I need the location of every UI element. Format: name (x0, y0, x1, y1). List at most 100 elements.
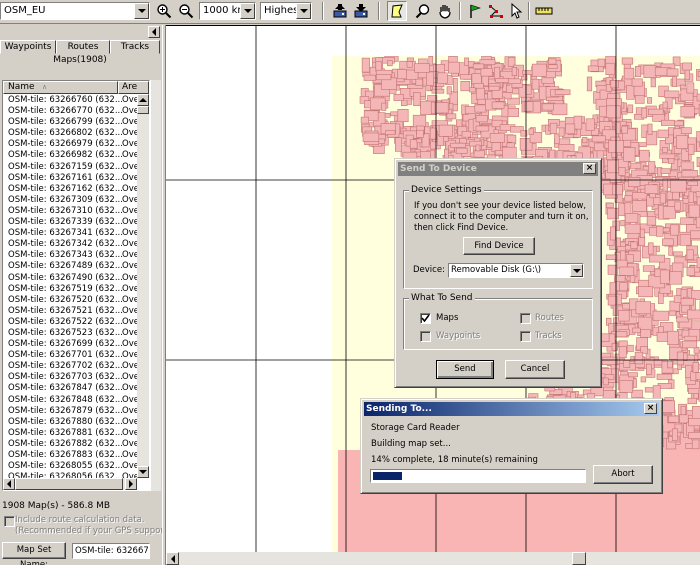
list-item[interactable]: OSM-tile: 63267490 (632...Ove (3, 273, 137, 284)
abort-button[interactable]: Abort (593, 465, 653, 484)
chevron-down-icon[interactable] (134, 3, 149, 19)
map-tile (652, 310, 670, 321)
toolbar-separator (528, 2, 530, 20)
tab-tracks[interactable]: Tracks (110, 40, 160, 54)
list-item[interactable]: OSM-tile: 63267701 (632...Ove (3, 350, 137, 361)
list-item[interactable]: OSM-tile: 63267161 (632...Ove (3, 173, 137, 184)
list-item[interactable]: OSM-tile: 63267699 (632...Ove (3, 339, 137, 350)
column-area[interactable]: Are (118, 81, 149, 94)
map-tile (623, 67, 635, 80)
map-area-cell: Ove (122, 438, 137, 449)
map-tool-button[interactable] (387, 1, 407, 21)
list-item[interactable]: OSM-tile: 63267341 (632...Ove (3, 228, 137, 239)
maps-checkbox[interactable] (420, 313, 431, 324)
list-item[interactable]: OSM-tile: 63267519 (632...Ove (3, 284, 137, 295)
panel-vscrollbar[interactable] (150, 80, 161, 491)
tracks-checkbox[interactable] (520, 331, 531, 342)
scroll-left-button[interactable] (3, 478, 15, 490)
scroll-thumb[interactable] (137, 106, 149, 114)
list-item[interactable]: OSM-tile: 63266799 (632...Ove (3, 117, 137, 128)
list-item[interactable]: OSM-tile: 63267882 (632...Ove (3, 439, 137, 450)
hscroll-thumb[interactable] (15, 478, 123, 490)
waypoints-checkbox[interactable] (420, 331, 431, 342)
tab-tracks-label: Tracks (120, 42, 150, 52)
map-tile (438, 124, 453, 137)
zoom-in-button[interactable] (154, 1, 174, 21)
list-item[interactable]: OSM-tile: 63267343 (632...Ove (3, 250, 137, 261)
zoom-out-button[interactable] (176, 1, 196, 21)
list-item[interactable]: OSM-tile: 63267523 (632...Ove (3, 328, 137, 339)
list-item[interactable]: OSM-tile: 63267339 (632...Ove (3, 217, 137, 228)
tab-waypoints[interactable]: Waypoints (0, 40, 56, 54)
list-item[interactable]: OSM-tile: 63267342 (632...Ove (3, 239, 137, 250)
map-product-select[interactable]: OSM_EU (0, 2, 150, 20)
map-tile (668, 246, 674, 256)
measure-tool-button[interactable] (534, 1, 554, 21)
list-item[interactable]: OSM-tile: 63266802 (632...Ove (3, 128, 137, 139)
list-item[interactable]: OSM-tile: 63267521 (632...Ove (3, 306, 137, 317)
chevron-down-icon[interactable] (240, 3, 255, 19)
scroll-up-button[interactable] (137, 94, 149, 106)
pan-tool-button[interactable] (435, 1, 455, 21)
list-vscrollbar[interactable] (137, 94, 149, 478)
list-item[interactable]: OSM-tile: 63267847 (632...Ove (3, 383, 137, 394)
map-tile (549, 122, 558, 134)
chevron-down-icon[interactable] (296, 3, 311, 19)
map-tile (602, 377, 609, 386)
cancel-button[interactable]: Cancel (505, 360, 565, 379)
list-item[interactable]: OSM-tile: 63267522 (632...Ove (3, 317, 137, 328)
map-tile (656, 373, 673, 380)
map-hscrollbar[interactable] (166, 552, 700, 565)
list-item[interactable]: OSM-tile: 63268055 (632...Ove (3, 461, 137, 472)
close-icon[interactable]: × (583, 163, 596, 174)
maps-list[interactable]: Name ∧ Are OSM-tile: 63266760 (632...Ove… (2, 80, 150, 491)
maps-header: Maps(1908) (53, 55, 107, 65)
list-item[interactable]: OSM-tile: 63267881 (632...Ove (3, 428, 137, 439)
list-item[interactable]: OSM-tile: 63267848 (632...Ove (3, 395, 137, 406)
include-route-checkbox[interactable] (4, 516, 15, 527)
list-item[interactable]: OSM-tile: 63266770 (632...Ove (3, 106, 137, 117)
scroll-right-button[interactable] (125, 478, 137, 490)
list-hscrollbar[interactable] (3, 478, 137, 490)
map-hscroll-thumb[interactable] (572, 552, 586, 565)
list-item[interactable]: OSM-tile: 63266979 (632...Ove (3, 139, 137, 150)
receive-from-device-button[interactable] (351, 1, 371, 21)
close-icon[interactable]: × (644, 403, 657, 414)
find-device-button[interactable]: Find Device (463, 237, 535, 255)
map-set-name-button[interactable]: Map Set Name: (2, 542, 66, 565)
zoom-tool-button[interactable] (413, 1, 433, 21)
map-name-cell: OSM-tile: 63266982 (632... (8, 150, 123, 161)
list-item[interactable]: OSM-tile: 63267310 (632...Ove (3, 206, 137, 217)
list-item[interactable]: OSM-tile: 63266982 (632...Ove (3, 150, 137, 161)
list-item[interactable]: OSM-tile: 63267880 (632...Ove (3, 417, 137, 428)
map-scroll-left-button[interactable] (166, 552, 179, 565)
list-item[interactable]: OSM-tile: 63267520 (632...Ove (3, 295, 137, 306)
send-to-device-button[interactable] (330, 1, 350, 21)
chevron-down-icon[interactable] (570, 264, 583, 277)
list-item[interactable]: OSM-tile: 63267489 (632...Ove (3, 261, 137, 272)
list-item[interactable]: OSM-tile: 63266760 (632...Ove (3, 95, 137, 106)
list-item[interactable]: OSM-tile: 63267702 (632...Ove (3, 361, 137, 372)
device-select[interactable]: Removable Disk (G:\) (448, 263, 584, 278)
zoom-scale-select[interactable]: 1000 km (199, 2, 256, 20)
routes-checkbox[interactable] (520, 313, 531, 324)
list-item[interactable]: OSM-tile: 63267883 (632...Ove (3, 450, 137, 461)
list-item[interactable]: OSM-tile: 63267879 (632...Ove (3, 406, 137, 417)
send-button[interactable]: Send (436, 360, 494, 379)
map-tile (601, 356, 618, 366)
map-tile (461, 131, 472, 138)
waypoint-tool-button[interactable] (465, 1, 485, 21)
detail-level-select[interactable]: Highest (260, 2, 312, 20)
list-item[interactable]: OSM-tile: 63267703 (632...Ove (3, 372, 137, 383)
column-name[interactable]: Name ∧ (3, 81, 118, 94)
selection-tool-button[interactable] (506, 1, 526, 21)
list-item[interactable]: OSM-tile: 63267162 (632...Ove (3, 184, 137, 195)
route-tool-button[interactable] (486, 1, 506, 21)
map-set-name-input[interactable]: OSM-tile: 63266760 (72, 543, 150, 559)
list-item[interactable]: OSM-tile: 63267309 (632...Ove (3, 195, 137, 206)
scroll-down-button[interactable] (137, 466, 149, 478)
panel-scroll-left-button[interactable] (148, 26, 160, 38)
map-tile (688, 387, 700, 394)
list-item[interactable]: OSM-tile: 63267159 (632...Ove (3, 162, 137, 173)
tab-routes[interactable]: Routes (56, 40, 110, 54)
